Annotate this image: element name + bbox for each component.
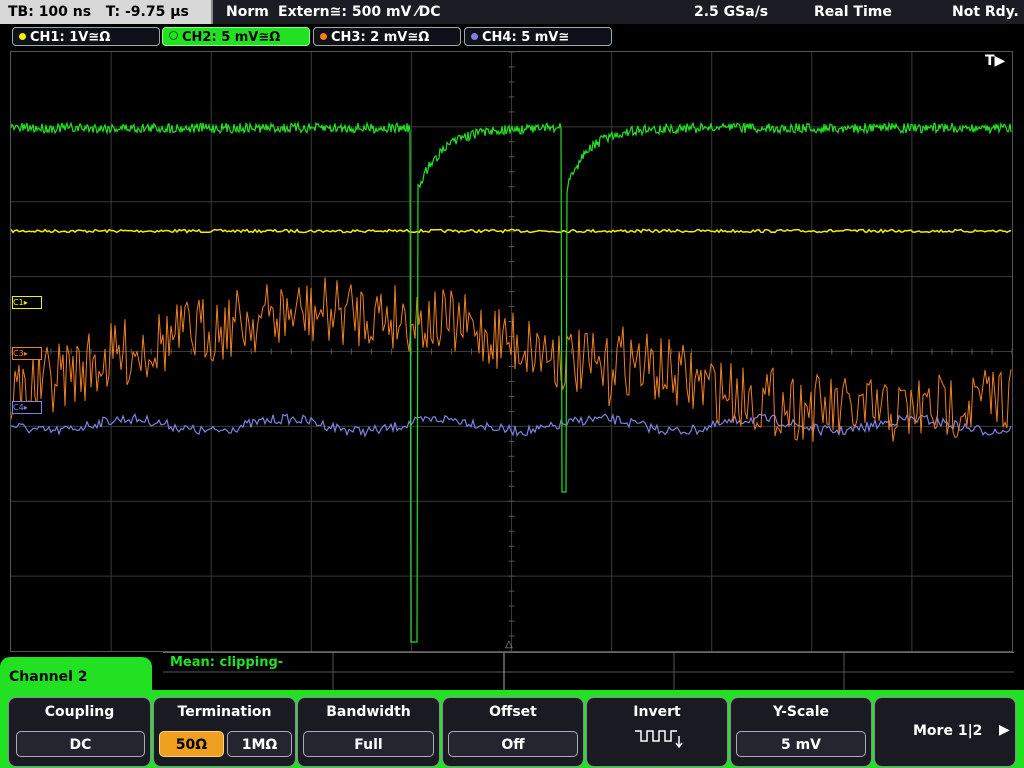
more-label: More 1|2 [913,723,983,739]
ch4-indicator-icon [471,33,478,40]
bandwidth-title: Bandwidth [326,704,411,720]
ch4-marker-label: C4 [13,403,24,412]
channel-label: CH4: 5 mV≅ [482,30,570,45]
channel-tab-ch1[interactable]: CH1: 1V≅Ω [12,27,160,46]
more-arrow-icon: ▶ [999,722,1010,738]
ch3-marker-label: C3 [13,349,24,358]
channel-tab-ch3[interactable]: CH3: 2 mV≅Ω [313,27,461,46]
termination-title: Termination [177,704,272,720]
channel-label: CH2: 5 mV≅Ω [182,30,281,45]
invert-waveform-icon [635,730,683,749]
ch1-level-marker[interactable]: C1▸ [12,296,42,309]
termination-50ohm-option[interactable]: 50Ω [159,731,224,757]
channel-label: CH1: 1V≅Ω [30,30,111,45]
ch2-indicator-icon [169,31,178,40]
measurement-strip [163,652,1014,692]
measurement-grid [163,653,1014,692]
channel-label: CH3: 2 mV≅Ω [331,30,430,45]
timebase-value: TB: 100 ns [8,4,92,20]
coupling-softkey[interactable]: Coupling DC [8,697,151,767]
timebase-box[interactable]: TB: 100 ns T: -9.75 µs [0,0,213,24]
yscale-softkey[interactable]: Y-Scale 5 mV [730,697,872,767]
acquisition-state: Not Rdy. [952,4,1019,20]
ch3-level-marker[interactable]: C3▸ [12,347,42,360]
ch1-marker-label: C1 [13,298,24,307]
yscale-value[interactable]: 5 mV [736,731,866,757]
termination-softkey[interactable]: Termination 50Ω 1MΩ [153,697,296,767]
yscale-title: Y-Scale [772,704,829,720]
more-softkey[interactable]: More 1|2 ▶ [874,697,1016,767]
invert-title: Invert [633,704,681,720]
ch4-level-marker[interactable]: C4▸ [12,401,42,414]
waveform-canvas [10,51,1013,651]
ch3-indicator-icon [320,33,327,40]
channel-tab-ch2[interactable]: CH2: 5 mV≅Ω [162,27,310,46]
trigger-time-marker-icon[interactable]: △ [505,639,513,650]
offset-value[interactable]: Off [448,731,578,757]
trigger-time-value: T: -9.75 µs [105,4,189,20]
offset-softkey[interactable]: Offset Off [442,697,584,767]
coupling-value[interactable]: DC [16,731,145,757]
bandwidth-softkey[interactable]: Bandwidth Full [297,697,440,767]
invert-softkey[interactable]: Invert [586,697,728,767]
offset-title: Offset [489,704,537,720]
measurement-mean[interactable]: Mean: clipping- [170,655,283,670]
trigger-mode[interactable]: Norm [226,0,269,24]
trigger-source[interactable]: Extern≅: 500 mV ⁄DC [278,0,440,24]
channel-tab-ch4[interactable]: CH4: 5 mV≅ [464,27,612,46]
termination-1mohm-option[interactable]: 1MΩ [227,731,292,757]
acquisition-mode: Real Time [814,4,892,20]
coupling-title: Coupling [44,704,115,720]
ch1-indicator-icon [19,33,26,40]
trigger-position-marker[interactable]: T▶ [985,53,1005,69]
bandwidth-value[interactable]: Full [303,731,434,757]
menu-tab-channel2[interactable]: Channel 2 [0,657,152,697]
sample-rate: 2.5 GSa/s [694,4,769,20]
waveform-display[interactable] [10,51,1013,652]
